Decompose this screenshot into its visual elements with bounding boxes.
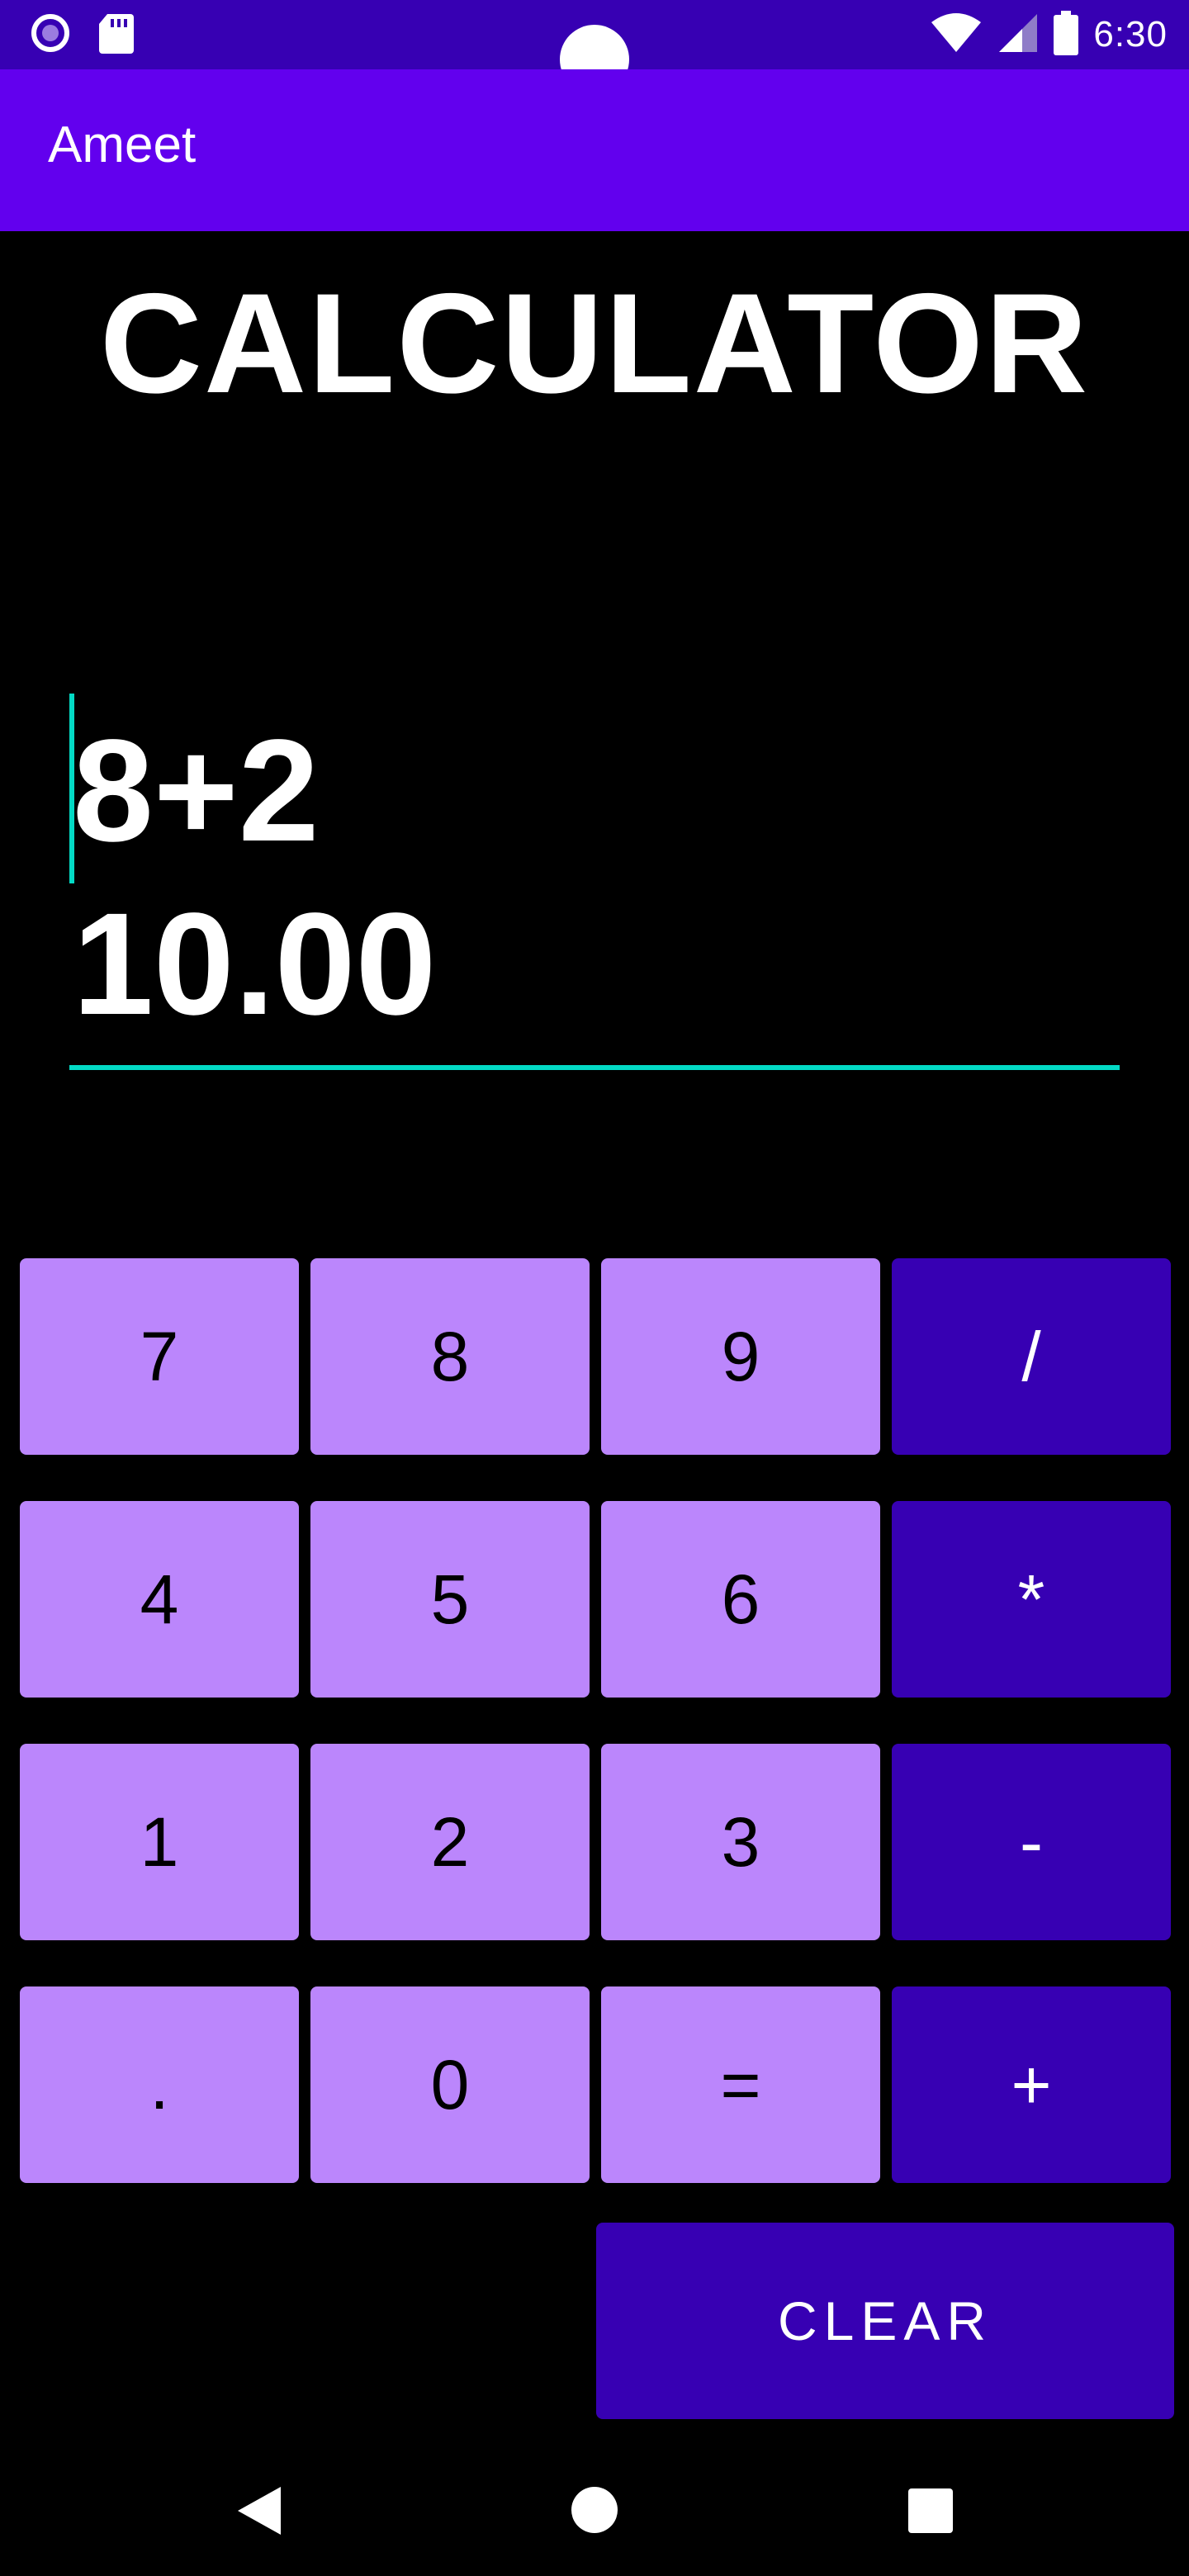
key-equals[interactable]: = — [601, 1986, 880, 2183]
key-multiply[interactable]: * — [892, 1501, 1171, 1698]
key-add[interactable]: + — [892, 1986, 1171, 2183]
key-9[interactable]: 9 — [601, 1258, 880, 1455]
key-2[interactable]: 2 — [310, 1744, 590, 1940]
key-6[interactable]: 6 — [601, 1501, 880, 1698]
sd-card-icon — [99, 12, 134, 58]
signal-icon — [997, 12, 1039, 58]
recents-icon[interactable] — [908, 2488, 953, 2537]
key-divide[interactable]: / — [892, 1258, 1171, 1455]
wifi-icon — [930, 12, 983, 58]
page-title: CALCULATOR — [99, 264, 1090, 423]
status-right-icons: 6:30 — [930, 10, 1168, 59]
key-4[interactable]: 4 — [20, 1501, 299, 1698]
system-nav-bar — [0, 2449, 1189, 2576]
back-icon[interactable] — [236, 2485, 282, 2540]
key-decimal[interactable]: . — [20, 1986, 299, 2183]
key-3[interactable]: 3 — [601, 1744, 880, 1940]
clear-button[interactable]: CLEAR — [596, 2223, 1174, 2419]
battery-icon — [1054, 10, 1079, 59]
key-0[interactable]: 0 — [310, 1986, 590, 2183]
app-bar: Ameet — [0, 69, 1189, 231]
key-7[interactable]: 7 — [20, 1258, 299, 1455]
key-1[interactable]: 1 — [20, 1744, 299, 1940]
expression-text: 8+2 — [73, 710, 320, 872]
field-underline — [69, 1065, 1120, 1070]
result-text: 10.00 — [73, 883, 437, 1045]
app-title: Ameet — [48, 116, 197, 173]
status-left-icons — [30, 13, 134, 54]
record-icon — [30, 12, 71, 58]
key-subtract[interactable]: - — [892, 1744, 1171, 1940]
home-icon[interactable] — [570, 2485, 619, 2539]
calculator-display-field[interactable]: 8+2 10.00 — [69, 694, 1120, 1075]
key-8[interactable]: 8 — [310, 1258, 590, 1455]
key-5[interactable]: 5 — [310, 1501, 590, 1698]
status-time: 6:30 — [1093, 14, 1168, 54]
